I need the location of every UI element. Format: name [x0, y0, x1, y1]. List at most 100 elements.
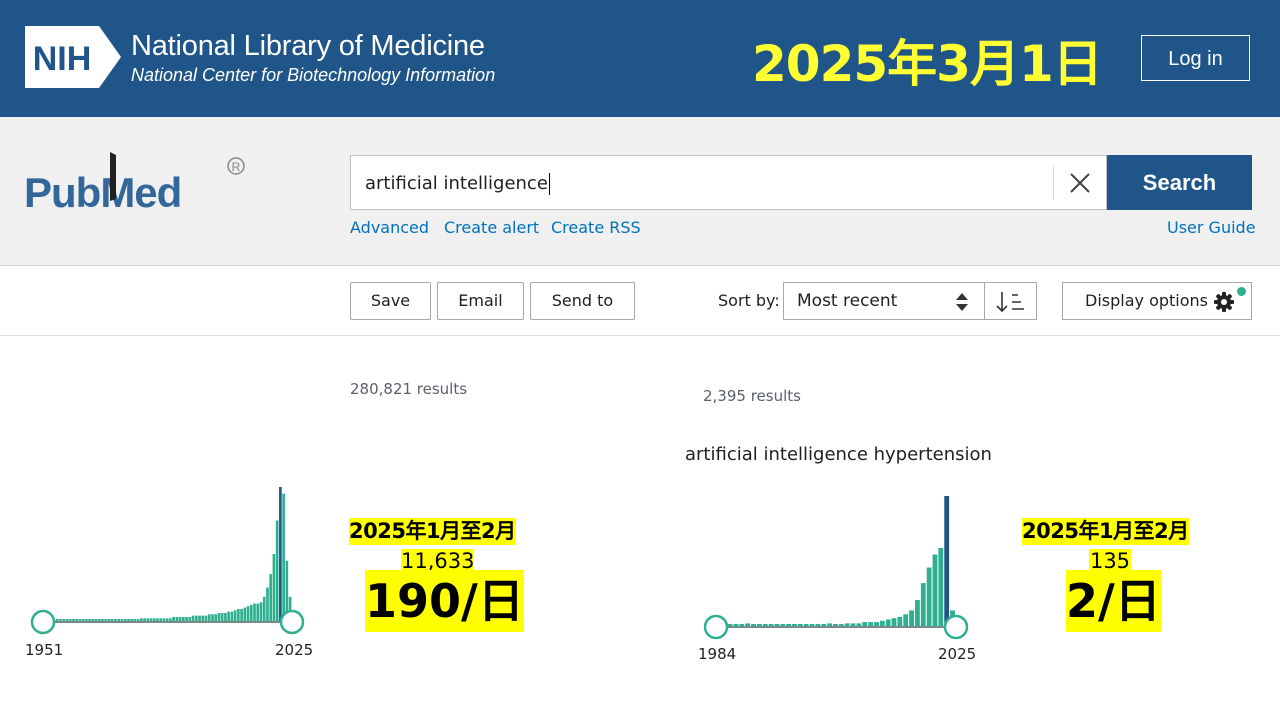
timeline-bar: [159, 618, 163, 621]
timeline-bar: [130, 619, 133, 621]
search-input[interactable]: artificial intelligence: [365, 156, 550, 211]
timeline-bar: [227, 611, 230, 621]
advanced-link[interactable]: Advanced: [350, 218, 429, 237]
timeline-bar: [246, 606, 250, 621]
annotation-rate: 2/日: [1066, 570, 1161, 632]
timeline-bar: [146, 618, 150, 621]
timeline-bar: [230, 611, 234, 621]
timeline-bar: [262, 596, 266, 621]
create-rss-link[interactable]: Create RSS: [551, 218, 641, 237]
nih-logo[interactable]: NIH: [25, 26, 121, 88]
timeline-bar: [123, 619, 127, 621]
timeline-bar: [211, 614, 214, 621]
timeline-bar: [944, 496, 950, 626]
timeline-bar: [249, 604, 253, 621]
timeline-bar: [885, 619, 891, 626]
sort-label: Sort by:: [718, 291, 780, 310]
timeline-bar: [903, 614, 909, 626]
timeline-chart[interactable]: [28, 480, 318, 640]
timeline-bar: [786, 624, 792, 626]
result-count: 280,821 results: [350, 380, 468, 398]
timeline-bar: [65, 619, 69, 621]
timeline-bar: [120, 619, 124, 621]
send-to-button[interactable]: Send to: [530, 282, 635, 320]
timeline-bar: [182, 616, 185, 621]
pubmed-logo[interactable]: PubMed R: [22, 147, 262, 227]
login-button[interactable]: Log in: [1141, 35, 1250, 81]
save-button[interactable]: Save: [350, 282, 431, 320]
gear-icon: [1214, 292, 1234, 312]
timeline-bar: [204, 615, 208, 621]
timeline-bar: [94, 619, 98, 621]
timeline-bar: [259, 602, 263, 621]
timeline-bar: [207, 614, 211, 621]
timeline-bar: [874, 622, 879, 626]
timeline-bar: [739, 624, 745, 626]
timeline-end-handle: [943, 614, 969, 640]
timeline-year-end: 2025: [938, 645, 977, 663]
timeline-bar: [165, 618, 169, 621]
toolbar-divider: [0, 335, 1280, 336]
timeline-bar: [833, 624, 838, 626]
timeline-bar: [117, 619, 121, 621]
create-alert-link[interactable]: Create alert: [444, 218, 539, 237]
sort-descending-icon: [996, 292, 1024, 313]
display-options-button[interactable]: Display options: [1062, 282, 1252, 320]
sort-select[interactable]: Most recent: [783, 282, 985, 320]
timeline-bars: [716, 496, 955, 626]
user-guide-link[interactable]: User Guide: [1167, 218, 1256, 237]
timeline-bar: [68, 619, 72, 621]
timeline-bar: [266, 587, 269, 621]
timeline-bar: [175, 616, 179, 621]
timeline-bar: [275, 520, 279, 621]
timeline-year-start: 1984: [698, 645, 737, 663]
timeline-bar: [233, 610, 237, 621]
timeline-bar: [107, 619, 111, 621]
search-button[interactable]: Search: [1107, 155, 1252, 210]
timeline-bar: [136, 619, 140, 621]
timeline-bar: [279, 487, 282, 621]
timeline-bar: [792, 624, 797, 626]
search-query[interactable]: artificial intelligence: [365, 173, 548, 194]
timeline-bar: [891, 618, 897, 626]
timeline-bar: [149, 618, 153, 621]
timeline-bar: [172, 616, 175, 621]
sort-order-button[interactable]: [985, 282, 1037, 320]
nih-logo-text: NIH: [33, 40, 92, 78]
timeline-bar: [188, 616, 192, 621]
timeline-start-handle: [30, 609, 56, 635]
timeline-bar: [143, 618, 146, 621]
timeline-end-handle: [279, 609, 305, 635]
timeline-bar: [81, 619, 85, 621]
timeline-bar: [909, 610, 914, 626]
timeline-bar: [214, 614, 218, 621]
timeline-bar: [879, 620, 885, 626]
timeline-chart[interactable]: [700, 490, 985, 645]
timeline-bar: [240, 608, 243, 621]
clear-icon[interactable]: [1063, 166, 1097, 200]
timeline-bar: [101, 619, 104, 621]
sort-value[interactable]: Most recent: [797, 283, 897, 319]
timeline-bar: [797, 624, 803, 626]
email-button[interactable]: Email: [437, 282, 524, 320]
query-label: artificial intelligence hypertension: [685, 444, 992, 465]
timeline-bar: [169, 618, 172, 621]
timeline-bar: [85, 619, 88, 621]
text-caret: [548, 173, 550, 195]
nlm-title[interactable]: National Library of Medicine: [131, 30, 485, 63]
timeline-bar: [256, 603, 260, 621]
timeline-bar: [762, 624, 768, 626]
timeline-bar: [133, 619, 137, 621]
timeline-bar: [838, 624, 844, 626]
timeline-bar: [920, 583, 926, 626]
timeline-start-handle: [703, 614, 729, 640]
annotation-period: 2025年1月至2月: [349, 518, 516, 545]
timeline-bar: [868, 622, 873, 626]
timeline-bar: [727, 624, 733, 626]
annotation-period: 2025年1月至2月: [1022, 518, 1189, 545]
timeline-bar: [803, 624, 809, 626]
timeline-bar: [282, 493, 285, 621]
timeline-bar: [780, 624, 786, 626]
timeline-bar: [220, 612, 224, 621]
result-count: 2,395 results: [703, 387, 801, 405]
